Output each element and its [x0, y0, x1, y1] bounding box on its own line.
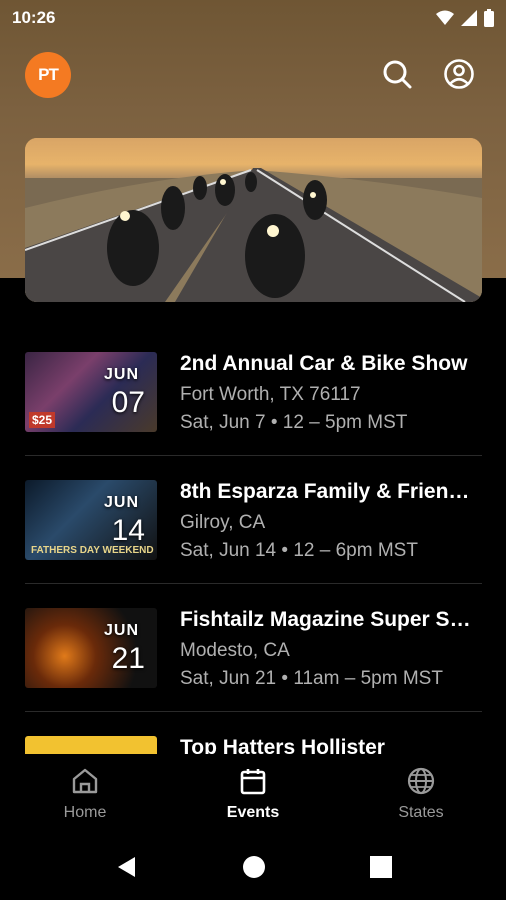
search-icon	[383, 60, 412, 89]
account-circle-icon	[444, 59, 474, 89]
recents-button[interactable]	[368, 854, 394, 880]
account-button[interactable]	[443, 58, 475, 90]
event-title: 2nd Annual Car & Bike Show	[180, 352, 468, 375]
home-icon	[72, 768, 98, 794]
event-day: 21	[111, 642, 145, 675]
nav-states-label: States	[398, 804, 444, 821]
event-month: JUN	[103, 622, 139, 639]
status-time: 10:26	[12, 8, 56, 27]
nav-states[interactable]: States	[361, 766, 481, 822]
event-month: JUN	[103, 494, 139, 511]
nav-home[interactable]: Home	[25, 766, 145, 822]
recents-square-icon	[370, 856, 392, 878]
event-location: Fort Worth, TX 76117	[180, 384, 361, 405]
signal-icon	[461, 10, 477, 26]
home-system-button[interactable]	[241, 854, 267, 880]
nav-events-label: Events	[226, 804, 280, 821]
event-location: Modesto, CA	[180, 640, 290, 661]
bottom-navigation: Home Events States	[0, 754, 506, 834]
app-bar: PT	[0, 50, 506, 102]
featured-banner-image[interactable]	[25, 138, 482, 302]
app-logo[interactable]: PT	[25, 52, 71, 98]
globe-icon	[407, 767, 435, 795]
nav-home-label: Home	[63, 804, 107, 821]
home-circle-icon	[243, 856, 265, 878]
back-triangle-icon	[118, 857, 135, 877]
nav-events[interactable]: Events	[193, 766, 313, 822]
wifi-icon	[436, 10, 454, 25]
event-thumbnail: JUN 21	[25, 608, 157, 688]
calendar-icon	[240, 769, 266, 795]
event-thumbnail: $25 JUN 07	[25, 352, 157, 432]
event-day: 14	[111, 514, 145, 547]
logo-text: PT	[38, 65, 59, 84]
event-location: Gilroy, CA	[180, 512, 266, 533]
event-row[interactable]: FATHERS DAY WEEKEND JUN 14 8th Esparza F…	[25, 456, 482, 584]
event-row[interactable]: JUN 21 Fishtailz Magazine Super Show Mod…	[25, 584, 482, 712]
event-thumbnail: FATHERS DAY WEEKEND JUN 14	[25, 480, 157, 560]
thumbnail-price-tag: $25	[29, 412, 56, 428]
battery-icon	[484, 9, 494, 27]
event-title: Fishtailz Magazine Super Show	[180, 608, 482, 631]
event-month: JUN	[103, 366, 139, 383]
event-row[interactable]: $25 JUN 07 2nd Annual Car & Bike Show Fo…	[25, 328, 482, 456]
bikers-highway-illustration	[25, 138, 482, 302]
event-time: Sat, Jun 14 • 12 – 6pm MST	[180, 540, 418, 561]
status-bar: 10:26	[0, 0, 506, 36]
search-button[interactable]	[381, 58, 413, 90]
event-title: 8th Esparza Family & Friends Car Show	[180, 480, 482, 503]
event-time: Sat, Jun 21 • 11am – 5pm MST	[180, 668, 443, 689]
event-day: 07	[111, 386, 145, 419]
back-button[interactable]	[114, 854, 140, 880]
system-navigation-bar	[0, 834, 506, 900]
event-time: Sat, Jun 7 • 12 – 5pm MST	[180, 412, 408, 433]
